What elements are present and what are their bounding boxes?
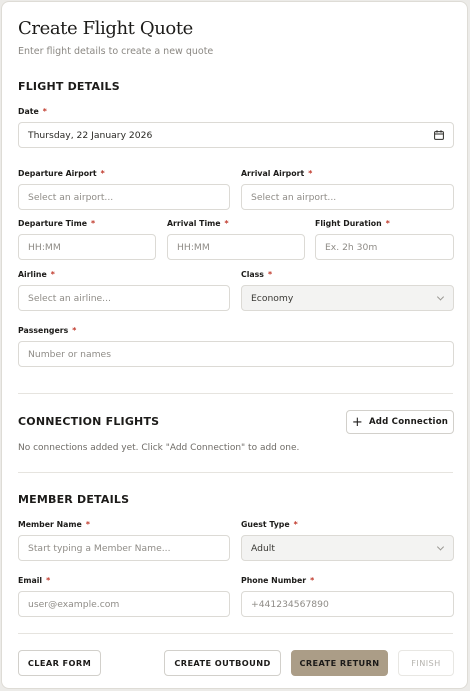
passengers-label: Passengers * (18, 326, 77, 335)
required-marker: * (308, 169, 313, 178)
phone-number-label: Phone Number * (241, 576, 315, 585)
clear-form-button[interactable]: CLEAR FORM (18, 650, 101, 676)
airline-input[interactable]: Select an airline... (18, 285, 230, 311)
required-marker: * (46, 576, 51, 585)
member-name-input[interactable]: Start typing a Member Name... (18, 535, 230, 561)
date-label: Date * (18, 107, 47, 116)
create-return-button[interactable]: CREATE RETURN (291, 650, 388, 676)
passengers-input[interactable]: Number or names (18, 341, 454, 367)
member-details-heading: MEMBER DETAILS (18, 493, 130, 506)
page-title: Create Flight Quote (18, 18, 193, 39)
add-connection-button[interactable]: + Add Connection (346, 410, 454, 434)
required-marker: * (50, 270, 55, 279)
required-marker: * (224, 219, 229, 228)
required-marker: * (385, 219, 390, 228)
phone-number-input[interactable]: +441234567890 (241, 591, 454, 617)
departure-airport-input[interactable]: Select an airport... (18, 184, 230, 210)
required-marker: * (72, 326, 77, 335)
required-marker: * (85, 520, 90, 529)
section-divider (18, 472, 453, 473)
arrival-airport-input[interactable]: Select an airport... (241, 184, 454, 210)
arrival-time-label: Arrival Time * (167, 219, 229, 228)
flight-duration-input[interactable]: Ex. 2h 30m (315, 234, 454, 260)
class-label: Class * (241, 270, 273, 279)
required-marker: * (100, 169, 105, 178)
required-marker: * (267, 270, 273, 279)
calendar-icon (434, 130, 444, 140)
page-subtitle: Enter flight details to create a new quo… (18, 46, 214, 57)
class-select[interactable]: Economy (241, 285, 454, 311)
footer-divider (18, 633, 453, 634)
arrival-airport-label: Arrival Airport * (241, 169, 313, 178)
flight-details-heading: FLIGHT DETAILS (18, 80, 120, 93)
connections-empty-message: No connections added yet. Click "Add Con… (18, 443, 300, 453)
create-outbound-button[interactable]: CREATE OUTBOUND (164, 650, 281, 676)
email-input[interactable]: user@example.com (18, 591, 230, 617)
guest-type-label: Guest Type * (241, 520, 298, 529)
arrival-time-input[interactable]: HH:MM (167, 234, 305, 260)
plus-icon: + (351, 414, 363, 430)
connection-flights-heading: CONNECTION FLIGHTS (18, 415, 160, 428)
guest-type-select[interactable]: Adult (241, 535, 454, 561)
section-divider (18, 393, 453, 394)
required-marker: * (293, 520, 298, 529)
chevron-down-icon (436, 293, 445, 301)
chevron-down-icon (436, 543, 445, 551)
airline-label: Airline * (18, 270, 55, 279)
email-label: Email * (18, 576, 51, 585)
finish-button[interactable]: FINISH (398, 650, 454, 676)
required-marker: * (310, 576, 315, 585)
member-name-label: Member Name * (18, 520, 90, 529)
required-marker: * (90, 219, 96, 228)
departure-time-label: Departure Time * (18, 219, 96, 228)
date-field[interactable]: Thursday, 22 January 2026 (18, 122, 454, 148)
create-flight-quote-card: Create Flight Quote Enter flight details… (1, 1, 468, 689)
departure-airport-label: Departure Airport * (18, 169, 105, 178)
departure-time-input[interactable]: HH:MM (18, 234, 156, 260)
flight-duration-label: Flight Duration * (315, 219, 390, 228)
required-marker: * (42, 107, 47, 116)
